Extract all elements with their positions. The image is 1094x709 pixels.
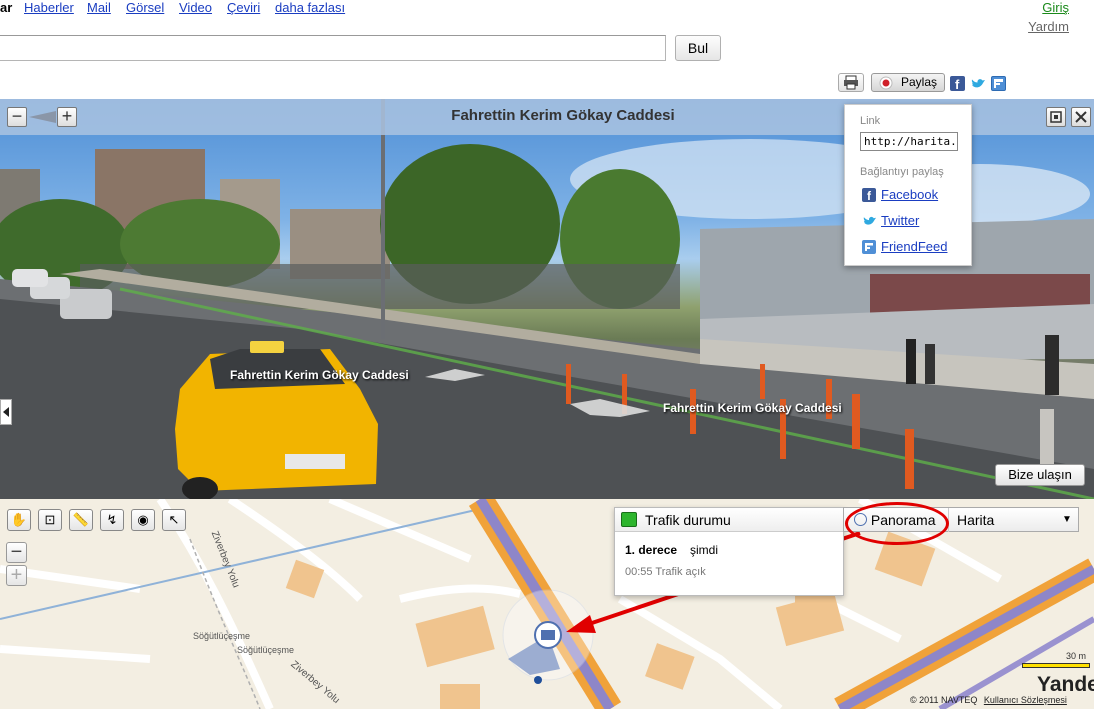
share-connection-label: Bağlantıyı paylaş: [860, 166, 944, 178]
traffic-detail: 00:55 Trafik açık: [625, 566, 706, 578]
facebook-icon: f: [862, 188, 876, 203]
map-zoom-in-button[interactable]: +: [6, 565, 27, 586]
cursor-icon: ↖: [168, 512, 180, 527]
nav-link-more[interactable]: daha fazlası: [275, 0, 345, 15]
panorama-icon: ◉: [137, 512, 149, 527]
map-type-select[interactable]: Harita: [957, 512, 994, 528]
nav-link-news[interactable]: Haberler: [24, 0, 74, 15]
copyright-text: © 2011 NAVTEQ: [910, 695, 978, 705]
map-street-label: Söğütlüçeşme: [237, 645, 295, 655]
share-facebook-link[interactable]: Facebook: [881, 187, 938, 202]
traffic-time: şimdi: [690, 543, 719, 557]
nav-link-mail[interactable]: Mail: [87, 0, 111, 15]
friendfeed-icon[interactable]: [991, 76, 1006, 91]
svg-text:f: f: [867, 189, 872, 202]
printer-icon: [844, 75, 858, 90]
traffic-title: Trafik durumu: [645, 512, 731, 528]
share-twitter-link[interactable]: Twitter: [881, 213, 919, 228]
pan-tool-button[interactable]: ✋: [7, 509, 31, 531]
share-button-label: Paylaş: [901, 75, 938, 89]
traffic-header[interactable]: Trafik durumu: [615, 508, 843, 532]
search-button[interactable]: Bul: [675, 35, 721, 61]
chevron-down-icon: ▼: [1062, 514, 1072, 525]
street-label[interactable]: Fahrettin Kerim Gökay Caddesi: [663, 401, 842, 415]
share-button[interactable]: Paylaş: [871, 73, 945, 92]
nav-link-images[interactable]: Görsel: [126, 0, 164, 15]
close-icon: [1075, 111, 1087, 123]
map-street-label: Söğütlüçeşme: [193, 631, 251, 641]
facebook-icon[interactable]: f: [950, 76, 965, 92]
map-zoom-out-button[interactable]: −: [6, 542, 27, 563]
street-label[interactable]: Fahrettin Kerim Gökay Caddesi: [230, 368, 409, 382]
link-label: Link: [860, 115, 881, 127]
nav-link-translate[interactable]: Çeviri: [227, 0, 260, 15]
login-link[interactable]: Giriş: [1042, 0, 1069, 15]
select-tool-button[interactable]: ↖: [162, 509, 186, 531]
print-button[interactable]: [838, 73, 864, 92]
panorama-zoom-in-button[interactable]: +: [57, 107, 77, 127]
terms-link[interactable]: Kullanıcı Sözleşmesi: [984, 695, 1067, 705]
route-icon: ↯: [106, 512, 118, 527]
zoom-area-tool-button[interactable]: ⊡: [38, 509, 62, 531]
help-link[interactable]: Yardım: [1028, 19, 1069, 34]
traffic-panel: Trafik durumu 1. derece şimdi 00:55 Traf…: [614, 507, 844, 596]
twitter-icon: [862, 214, 877, 228]
fullscreen-icon: [1050, 111, 1062, 123]
nav-link-video[interactable]: Video: [179, 0, 212, 15]
chevron-left-icon: [3, 407, 9, 417]
traffic-light-icon: [621, 512, 637, 527]
share-link-field[interactable]: http://harita.yan: [860, 132, 958, 151]
svg-text:f: f: [955, 77, 960, 91]
panorama-left-arrow[interactable]: [0, 399, 12, 425]
fullscreen-button[interactable]: [1046, 107, 1066, 127]
nav-item-current: ar: [0, 0, 13, 15]
top-navigation: ar Haberler Mail Görsel Video Çeviri dah…: [0, 0, 760, 20]
search-input[interactable]: [0, 35, 666, 61]
ruler-icon: 📏: [72, 512, 90, 527]
route-tool-button[interactable]: ↯: [100, 509, 124, 531]
close-panorama-button[interactable]: [1071, 107, 1091, 127]
traffic-level: 1. derece: [625, 543, 678, 557]
panorama-zoom-out-button[interactable]: −: [7, 107, 27, 127]
ruler-tool-button[interactable]: 📏: [69, 509, 93, 531]
share-friendfeed-link[interactable]: FriendFeed: [881, 239, 947, 254]
panorama-tool-button[interactable]: ◉: [131, 509, 155, 531]
panorama-zoom-slider[interactable]: [29, 111, 56, 123]
map-attribution: © 2011 NAVTEQ Kullanıcı Sözleşmesi: [910, 695, 1067, 705]
yandex-logo: Yandex: [1037, 673, 1094, 696]
zoom-box-icon: ⊡: [44, 512, 56, 527]
hand-icon: ✋: [10, 512, 28, 527]
highlight-ellipse: [845, 502, 949, 545]
share-icon: [879, 76, 893, 90]
map-scale-bar: [1022, 663, 1090, 668]
contact-us-button[interactable]: Bize ulaşın: [995, 464, 1085, 486]
map-scale-label: 30 m: [1066, 651, 1087, 661]
twitter-icon[interactable]: [970, 76, 985, 91]
friendfeed-icon: [862, 240, 876, 254]
share-popup: Link http://harita.yan Bağlantıyı paylaş…: [844, 104, 972, 266]
